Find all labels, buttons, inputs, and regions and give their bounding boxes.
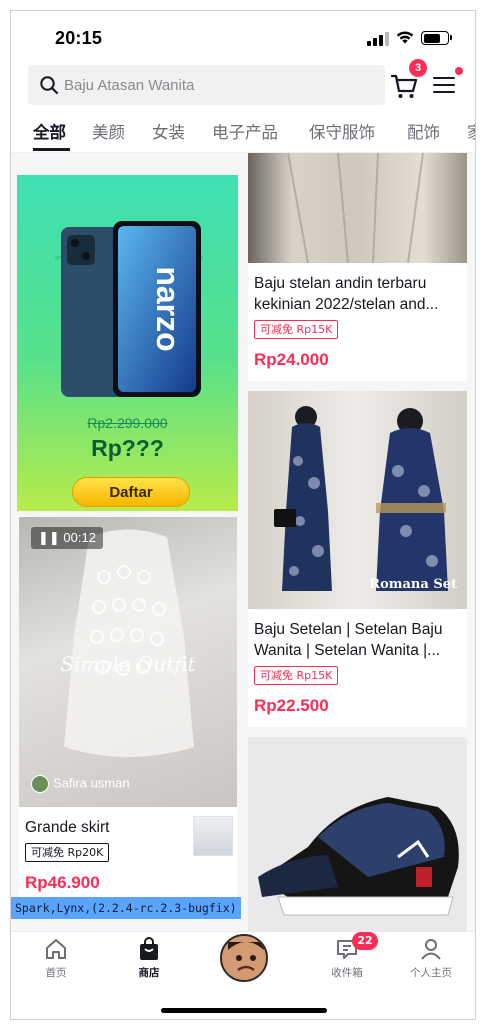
video-duration-text: 00:12	[63, 530, 96, 545]
menu-button[interactable]	[431, 67, 463, 97]
nav-inbox[interactable]: 收件箱 22	[307, 932, 387, 980]
product-image	[248, 737, 467, 931]
product-title-line2: kekinian 2022/stelan and...	[254, 296, 439, 313]
search-input[interactable]	[64, 65, 364, 105]
tab-beauty[interactable]: 美颜	[92, 119, 125, 143]
category-tabs: 全部 美颜 女装 电子产品 保守服饰 配饰 家	[11, 111, 475, 153]
product-price: Rp24.000	[254, 350, 329, 369]
nav-shop-label: 商店	[138, 967, 160, 979]
product-price: Rp22.500	[254, 696, 329, 715]
product-thumbnail[interactable]	[193, 816, 233, 856]
product-image	[248, 153, 467, 264]
image-caption: Romana Set	[369, 577, 457, 592]
app-screen: 20:15 3 全部 美颜 女装 电子产品	[10, 10, 476, 1020]
video-product-card[interactable]: ❚❚ 00:12 Simple Outfit Safira usman Gran…	[19, 517, 237, 903]
nav-profile-label: 个人主页	[410, 967, 452, 979]
nav-inbox-label: 收件箱	[331, 967, 363, 979]
product-feed[interactable]: narzo Rp2.299.000 Rp??? Daftar ❚❚ 00:12	[11, 153, 475, 931]
cart-button[interactable]: 3	[389, 59, 427, 101]
search-icon	[40, 76, 59, 95]
product-title: Grande skirt	[25, 819, 110, 836]
tab-electronics[interactable]: 电子产品	[212, 119, 278, 143]
product-title-line1: Baju Setelan | Setelan Baju	[254, 621, 443, 638]
avatar-face	[222, 936, 266, 980]
product-card[interactable]	[248, 737, 467, 931]
profile-avatar[interactable]	[220, 934, 268, 982]
video-author[interactable]: Safira usman	[31, 775, 130, 793]
ad-price: Rp???	[91, 435, 164, 461]
shoes-image	[258, 797, 459, 916]
product-card[interactable]: Baju stelan andin terbaru kekinian 2022/…	[248, 153, 467, 381]
product-title-line1: Baju stelan andin terbaru	[254, 275, 427, 292]
tab-accessories[interactable]: 配饰	[407, 119, 440, 143]
inbox-count-badge: 22	[352, 932, 378, 950]
coupon-badge: 可减免 Rp15K	[254, 666, 339, 685]
ad-signup-button[interactable]: Daftar	[72, 477, 190, 507]
ad-brand: narzo	[150, 266, 186, 351]
tab-all[interactable]: 全部	[33, 119, 66, 143]
bottom-nav: 首页 商店 收件箱 22 个人主页	[11, 931, 475, 1019]
nav-home[interactable]: 首页	[16, 936, 96, 980]
phone-image: narzo	[55, 221, 203, 397]
debug-version-label: Spark,Lynx,(2.2.4-rc.2.3-bugfix)	[11, 897, 241, 919]
wifi-icon	[396, 31, 414, 44]
home-indicator[interactable]	[161, 1008, 327, 1013]
coupon-badge: 可减免 Rp20K	[25, 843, 110, 862]
search-bar[interactable]	[28, 65, 385, 105]
notification-dot	[455, 67, 463, 75]
ad-old-price: Rp2.299.000	[87, 415, 168, 431]
video-overlay-text: Simple Outfit	[60, 652, 196, 676]
battery-icon	[421, 31, 452, 45]
nav-home-label: 首页	[45, 967, 67, 979]
active-tab-indicator	[33, 148, 70, 151]
nav-shop[interactable]: 商店	[109, 936, 189, 980]
video-thumbnail[interactable]: ❚❚ 00:12 Simple Outfit Safira usman	[19, 517, 237, 807]
product-price: Rp46.900	[25, 873, 100, 892]
shop-bag-icon	[140, 937, 158, 960]
product-title-line2: Wanita | Setelan Wanita |...	[254, 642, 441, 659]
video-duration: ❚❚ 00:12	[31, 527, 103, 549]
product-image: Romana Set	[248, 391, 467, 609]
author-name: Safira usman	[53, 775, 130, 791]
coupon-badge: 可减免 Rp15K	[254, 320, 339, 339]
tab-home[interactable]: 家	[467, 119, 475, 143]
cart-count-badge: 3	[409, 59, 427, 77]
ad-card[interactable]: narzo Rp2.299.000 Rp??? Daftar	[17, 175, 238, 511]
author-avatar	[31, 775, 49, 793]
tab-modest-fashion[interactable]: 保守服饰	[309, 119, 375, 143]
nav-profile[interactable]: 个人主页	[391, 936, 471, 980]
product-card[interactable]: Romana Set Baju Setelan | Setelan Baju W…	[248, 391, 467, 727]
tab-womens-clothing[interactable]: 女装	[152, 119, 185, 143]
person-icon	[421, 939, 441, 960]
cellular-signal-icon	[367, 32, 389, 46]
status-time: 20:15	[55, 28, 103, 48]
status-bar: 20:15	[11, 11, 475, 63]
home-icon	[46, 939, 66, 959]
